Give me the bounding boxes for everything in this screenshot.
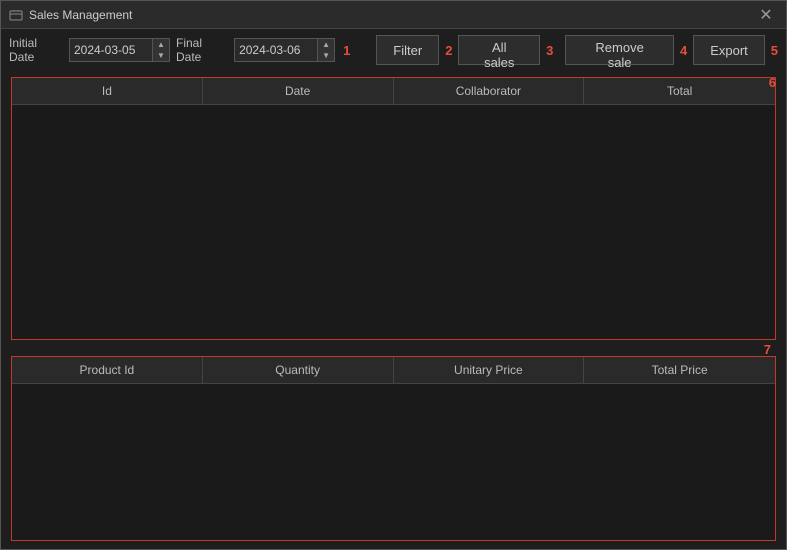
main-window: Sales Management ✕ Initial Date ▲ ▼ Fina…	[0, 0, 787, 550]
app-icon	[9, 8, 23, 22]
bottom-section: 7 Product Id Quantity Unitary Price Tota…	[11, 356, 776, 541]
bottom-table-header: Product Id Quantity Unitary Price Total …	[12, 357, 775, 384]
remove-sale-button[interactable]: Remove sale	[565, 35, 674, 65]
export-button[interactable]: Export	[693, 35, 765, 65]
initial-date-spinner: ▲ ▼	[152, 39, 169, 61]
date-group: Initial Date ▲ ▼ Final Date ▲ ▼	[9, 36, 335, 64]
top-col-collaborator: Collaborator	[394, 78, 585, 104]
top-table-header: Id Date Collaborator Total	[12, 78, 775, 105]
window-title: Sales Management	[29, 8, 754, 22]
top-col-date: Date	[203, 78, 394, 104]
annotation-4: 4	[680, 43, 687, 58]
initial-date-label: Initial Date	[9, 36, 63, 64]
top-table: Id Date Collaborator Total	[11, 77, 776, 340]
annotation-3: 3	[546, 43, 553, 58]
annotation-5: 5	[771, 43, 778, 58]
final-date-wrapper: ▲ ▼	[234, 38, 335, 62]
initial-date-wrapper: ▲ ▼	[69, 38, 170, 62]
final-date-down-btn[interactable]: ▼	[318, 50, 334, 61]
content-area: 6 Id Date Collaborator Total 7 Product I…	[1, 69, 786, 549]
annotation-6: 6	[769, 75, 776, 90]
top-table-body	[12, 105, 775, 339]
annotation-2: 2	[445, 43, 452, 58]
title-bar: Sales Management ✕	[1, 1, 786, 29]
toolbar-row: Initial Date ▲ ▼ Final Date ▲ ▼	[1, 29, 786, 69]
bottom-table-body	[12, 384, 775, 540]
filter-button[interactable]: Filter	[376, 35, 439, 65]
bottom-col-total-price: Total Price	[584, 357, 775, 383]
bottom-table: Product Id Quantity Unitary Price Total …	[11, 356, 776, 541]
bottom-col-quantity: Quantity	[203, 357, 394, 383]
final-date-spinner: ▲ ▼	[317, 39, 334, 61]
all-sales-button[interactable]: All sales	[458, 35, 540, 65]
top-col-id: Id	[12, 78, 203, 104]
final-date-up-btn[interactable]: ▲	[318, 39, 334, 50]
close-button[interactable]: ✕	[754, 3, 778, 27]
final-date-input[interactable]	[235, 41, 317, 59]
initial-date-down-btn[interactable]: ▼	[153, 50, 169, 61]
bottom-col-product-id: Product Id	[12, 357, 203, 383]
top-col-total: Total	[584, 78, 775, 104]
annotation-1: 1	[343, 43, 350, 58]
initial-date-input[interactable]	[70, 41, 152, 59]
initial-date-up-btn[interactable]: ▲	[153, 39, 169, 50]
annotation-7: 7	[764, 342, 771, 357]
final-date-label: Final Date	[176, 36, 228, 64]
bottom-col-unitary-price: Unitary Price	[394, 357, 585, 383]
